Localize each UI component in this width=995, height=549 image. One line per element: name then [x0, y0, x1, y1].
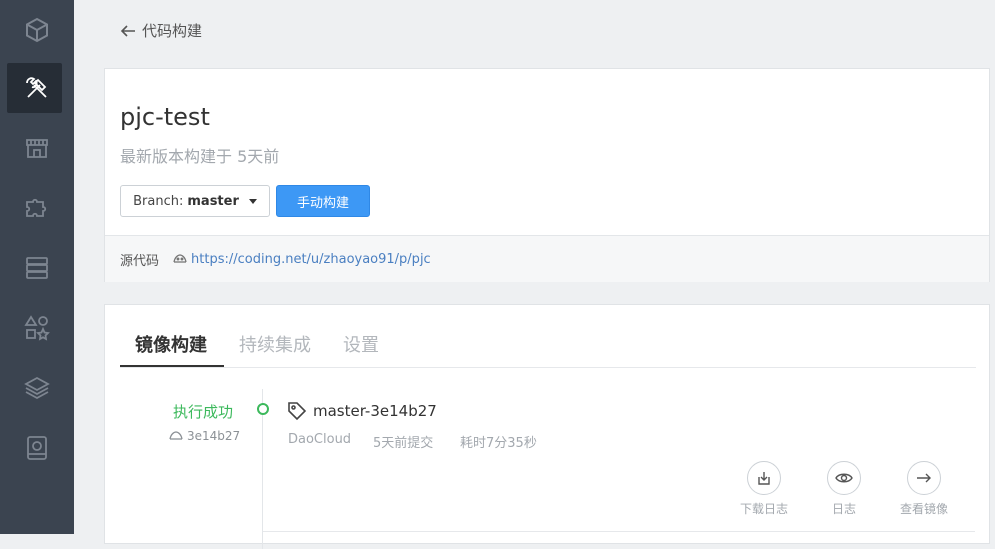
build-tools-icon: [26, 77, 47, 98]
view-log-label: 日志: [831, 502, 856, 516]
eye-icon: [835, 473, 853, 483]
tab-underline: [120, 365, 224, 367]
branch-name: master: [187, 193, 239, 209]
sidebar: [0, 0, 74, 534]
back-label: 代码构建: [142, 22, 203, 40]
store-icon: [26, 139, 48, 158]
coding-icon: [173, 254, 187, 264]
download-log-label: 下载日志: [739, 502, 788, 516]
sidebar-item-servers[interactable]: [0, 243, 74, 293]
caret-down-icon: [248, 198, 257, 204]
sidebar-item-build[interactable]: [0, 63, 74, 113]
source-row: 源代码 https://coding.net/u/zhaoyao91/p/pjc: [105, 235, 989, 282]
arrow-right-icon: [917, 473, 931, 483]
server-icon: [26, 257, 48, 279]
commit-label: 3e14b27: [187, 429, 241, 443]
download-icon: [758, 472, 770, 485]
download-log-button[interactable]: 下载日志: [734, 461, 794, 517]
tag-label: master-3e14b27: [313, 402, 437, 420]
branch-select[interactable]: Branch: master: [120, 185, 270, 217]
build-card: 镜像构建 持续集成 设置 执行成功 3e14b27 master-3e14b27…: [104, 304, 990, 549]
shapes-icon: [24, 315, 50, 341]
build-subtitle: 最新版本构建于 5天前: [120, 147, 280, 166]
project-card: pjc-test 最新版本构建于 5天前 Branch: master 手动构建…: [104, 68, 990, 282]
sidebar-item-services[interactable]: [0, 303, 74, 353]
sidebar-item-store[interactable]: [0, 123, 74, 173]
storage-icon: [27, 436, 47, 460]
timeline-dot: [257, 403, 269, 415]
puzzle-icon: [26, 198, 47, 217]
manual-build-button[interactable]: 手动构建: [276, 185, 370, 217]
sidebar-item-plugins[interactable]: [0, 183, 74, 233]
branch-prefix: Branch:: [133, 193, 184, 209]
source-label: 源代码: [120, 253, 160, 269]
view-log-button[interactable]: 日志: [814, 461, 874, 517]
tab-ci[interactable]: 持续集成: [239, 331, 311, 357]
build-source: DaoCloud: [288, 432, 352, 447]
tab-image-build[interactable]: 镜像构建: [135, 331, 207, 357]
build-status: 执行成功: [173, 403, 234, 421]
commit-hash[interactable]: 3e14b27: [169, 429, 240, 443]
build-submitted: 5天前提交: [373, 436, 434, 451]
image-tag[interactable]: master-3e14b27: [287, 401, 437, 421]
source-url-link[interactable]: https://coding.net/u/zhaoyao91/p/pjc: [191, 252, 431, 267]
coding-icon: [169, 431, 183, 440]
layers-icon: [24, 376, 50, 400]
build-duration: 耗时7分35秒: [460, 436, 537, 451]
tab-bar: 镜像构建 持续集成 设置: [120, 305, 976, 368]
divider: [263, 531, 975, 532]
sidebar-item-layers[interactable]: [0, 363, 74, 413]
arrow-left-icon: [120, 24, 135, 37]
back-link[interactable]: 代码构建: [120, 20, 202, 41]
sidebar-item-storage[interactable]: [0, 423, 74, 473]
tag-icon: [288, 402, 307, 421]
page-title: pjc-test: [120, 103, 210, 131]
tab-settings[interactable]: 设置: [343, 331, 379, 357]
logo-cube-icon[interactable]: [0, 5, 74, 55]
view-image-label: 查看镜像: [899, 502, 948, 516]
view-image-button[interactable]: 查看镜像: [894, 461, 954, 517]
